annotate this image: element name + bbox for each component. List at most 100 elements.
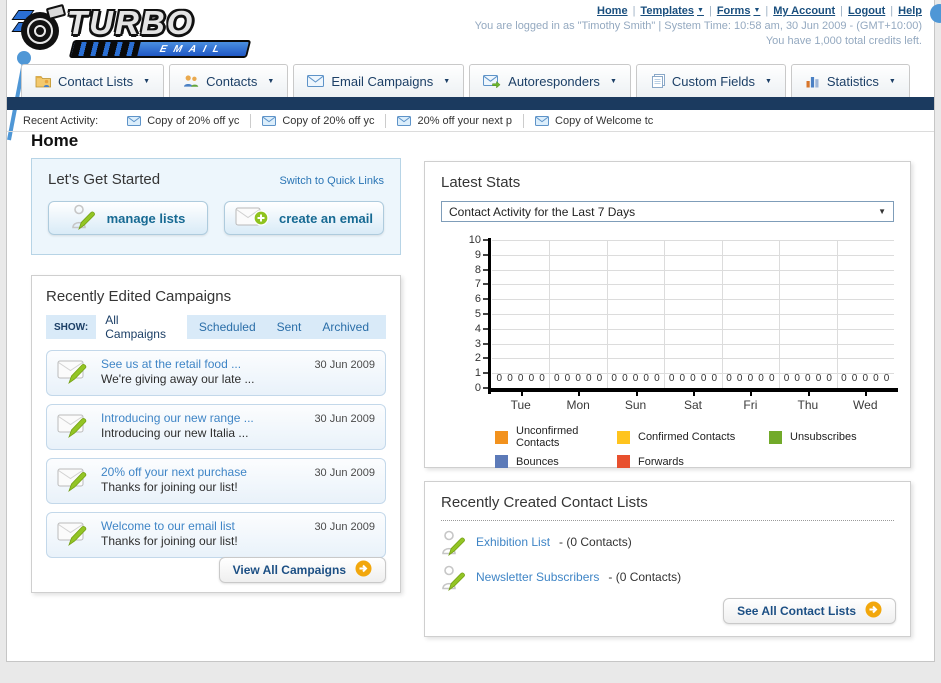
value-label: 0 [668,373,675,384]
legend-item-unconfirmed-contacts: Unconfirmed Contacts [495,425,617,449]
recent-activity-item[interactable]: Copy of 20% off yc [251,113,387,128]
campaigns-title: Recently Edited Campaigns [46,288,232,305]
x-tick-mark [635,392,638,396]
logo-slats [71,42,141,56]
see-all-contact-lists-label: See All Contact Lists [737,604,856,618]
value-label: 0 [826,373,832,384]
tab-label: Contact Lists [58,73,134,89]
top-link-my-account[interactable]: My Account [773,5,835,17]
campaign-title-link[interactable]: See us at the retail food ... [101,357,304,372]
value-label: 0 [783,373,790,384]
contact-list-link[interactable]: Newsletter Subscribers [476,570,599,584]
tab-label: Custom Fields [671,73,755,89]
link-separator: | [765,5,769,17]
value-label: 0 [622,373,628,384]
value-labels: 00000 [781,373,834,384]
x-tick-label: Mon [566,398,590,412]
y-tick-label: 8 [474,263,481,276]
value-label: 0 [841,373,847,384]
credits-info: You have 1,000 total credits left. [765,35,922,47]
campaign-text: Welcome to our email list Thanks for join… [101,519,304,549]
value-label: 0 [528,373,535,384]
campaign-date: 30 Jun 2009 [314,359,375,371]
campaigns-panel: Recently Edited Campaigns SHOW: All Camp… [31,275,401,593]
x-tick-label: Wed [853,398,878,412]
person-pencil-icon [441,564,467,591]
campaign-tab-scheduled[interactable]: Scheduled [190,318,265,336]
view-all-campaigns-button[interactable]: View All Campaigns [218,557,386,583]
x-tick-label: Thu [797,398,819,412]
create-email-label: create an email [279,210,373,226]
campaign-title-link[interactable]: Welcome to our email list [101,519,304,534]
legend-label: Confirmed Contacts [638,431,736,443]
y-tick-label: 10 [468,234,481,246]
x-tick-mark [693,392,695,396]
campaign-text: 20% off your next purchase Thanks for joi… [101,465,304,495]
value-labels: 00000 [494,373,547,384]
value-label: 0 [611,373,617,384]
page-title: Home [31,131,79,150]
y-tick-label: 2 [474,352,481,365]
campaign-subtitle: We're giving away our late ... [101,372,255,386]
y-tick-label: 6 [474,293,481,306]
envelope-plus-icon [235,206,269,231]
top-link-home[interactable]: Home [597,5,628,17]
manage-lists-button[interactable]: manage lists [48,201,208,235]
tab-contacts[interactable]: Contacts ▼ [169,64,289,97]
tab-custom-fields[interactable]: Custom Fields ▼ [635,64,786,97]
recent-activity-items: Copy of 20% off yc Copy of 20% off yc 20% … [116,110,664,131]
value-labels: 00000 [724,373,777,384]
top-link-help[interactable]: Help [898,5,922,17]
person-pencil-icon [71,203,97,233]
legend-item-bounces: Bounces [495,455,617,468]
see-all-contact-lists-button[interactable]: See All Contact Lists [723,598,896,624]
campaign-tab-archived[interactable]: Archived [313,318,378,336]
recent-activity-item[interactable]: 20% off your next p [386,113,525,128]
y-tick-label: 5 [474,308,481,320]
create-email-button[interactable]: create an email [224,201,384,235]
recent-activity-item-label: 20% off your next p [417,114,513,127]
campaign-list: See us at the retail food ... We're givin… [46,350,386,558]
switch-quick-links-link[interactable]: Switch to Quick Links [279,175,384,187]
mini-envelope-icon [262,115,277,126]
x-tick-label: Tue [510,398,531,412]
manage-lists-label: manage lists [106,210,186,226]
campaign-tab-all-campaigns[interactable]: All Campaigns [96,311,187,343]
gridline [492,240,894,241]
recent-activity-item[interactable]: Copy of Welcome tc [524,114,664,128]
envelope-pencil-icon [57,519,91,547]
person-pencil-icon [441,529,467,556]
stats-period-select[interactable]: Contact Activity for the Last 7 Days ▼ [441,201,894,222]
campaign-tab-sent[interactable]: Sent [268,318,311,336]
tab-statistics[interactable]: Statistics ▼ [790,64,910,97]
chevron-down-icon: ▼ [443,77,451,85]
legend-item-confirmed-contacts: Confirmed Contacts [617,425,769,449]
gridline [492,299,894,301]
top-link-templates[interactable]: Templates ▼ [640,5,704,17]
value-label: 0 [585,373,592,384]
value-label: 0 [815,373,822,384]
arrow-circle-icon [355,560,372,580]
campaign-title-link[interactable]: 20% off your next purchase [101,465,304,480]
chevron-down-icon: ▼ [878,207,886,216]
top-link-logout[interactable]: Logout [848,5,885,17]
campaign-subtitle: Thanks for joining our list! [101,480,238,494]
contact-activity-chart: 0 1 2 3 4 5 6 7 8 9 10 0 0 0 0 0 Tue 0 0 0 0 0 Mon 0 0 0 0 0 Sun 0 0 0 0… [441,234,898,417]
app-logo[interactable]: TURBO EMAIL [11,2,265,60]
campaign-title-link[interactable]: Introducing our new range ... [101,411,304,426]
tab-autoresponders[interactable]: Autoresponders ▼ [469,64,631,97]
view-all-campaigns-label: View All Campaigns [232,563,346,577]
top-link-forms[interactable]: Forms ▼ [717,5,761,17]
contact-list-link[interactable]: Exhibition List [476,535,550,549]
recent-activity-item[interactable]: Copy of 20% off yc [116,113,252,128]
legend-swatch [769,430,782,444]
show-label: SHOW: [54,321,89,333]
tab-contact-lists[interactable]: Contact Lists ▼ [21,64,165,97]
campaign-filter-tabs: SHOW: All Campaigns Scheduled Sent Archived [46,311,386,343]
logo-banner: EMAIL [68,40,252,58]
gridline [492,269,894,271]
campaign-item: 20% off your next purchase Thanks for joi… [46,458,386,504]
tab-email-campaigns[interactable]: Email Campaigns ▼ [293,64,465,97]
gridline [492,343,894,345]
value-label: 0 [539,373,545,384]
